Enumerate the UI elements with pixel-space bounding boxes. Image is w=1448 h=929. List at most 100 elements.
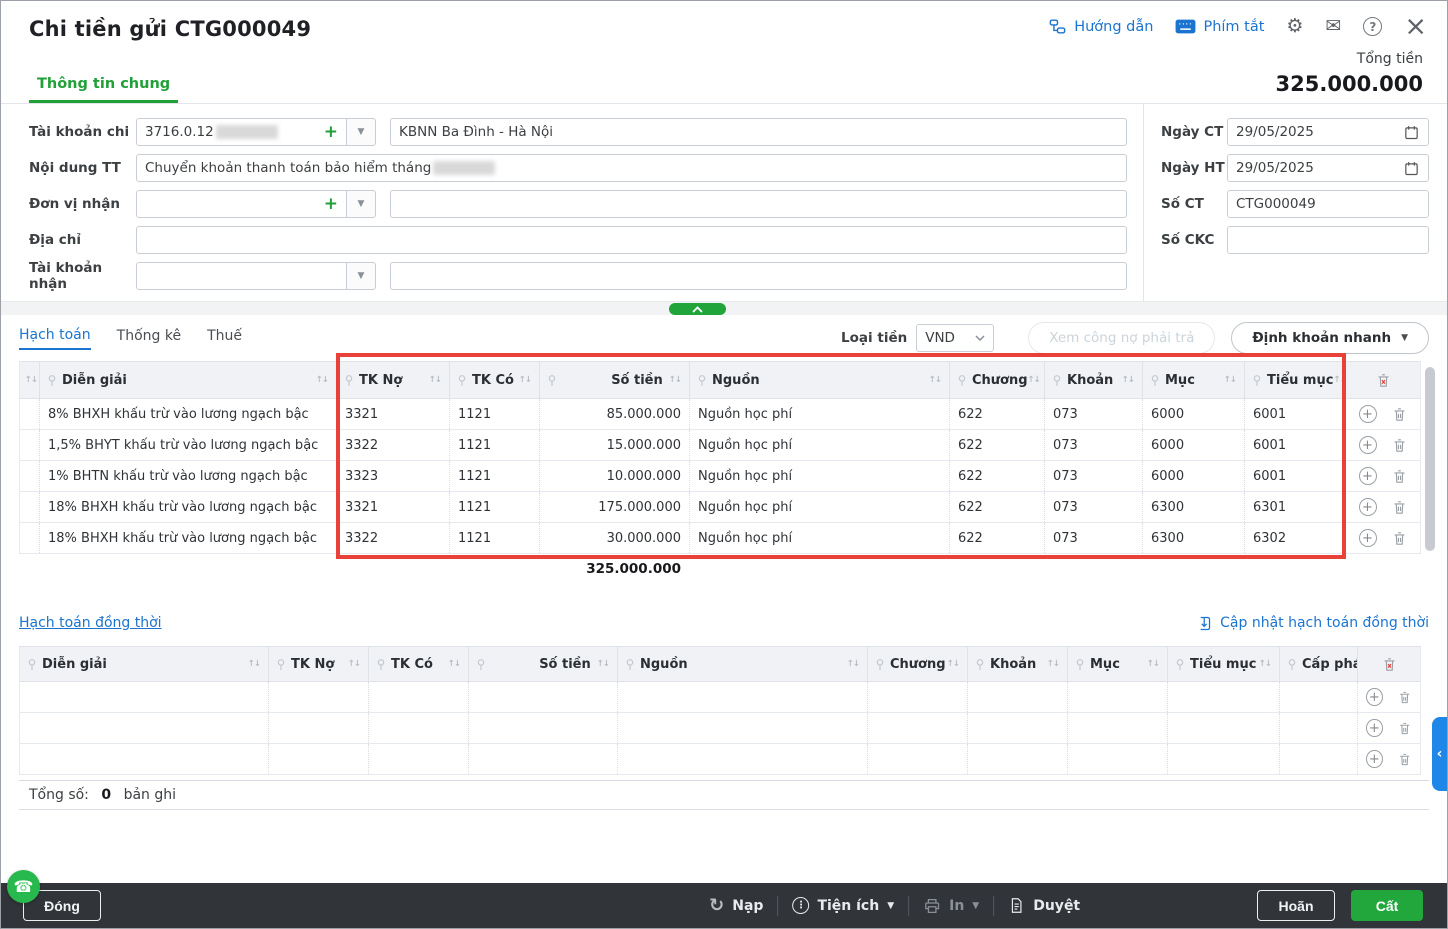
address-input[interactable] bbox=[136, 226, 1127, 254]
pin-icon[interactable] bbox=[548, 375, 556, 386]
delete-all-column[interactable] bbox=[1346, 362, 1420, 398]
tab-thue[interactable]: Thuế bbox=[207, 328, 242, 349]
pin-icon[interactable] bbox=[1253, 375, 1261, 386]
receiver-account-name-input[interactable] bbox=[390, 262, 1127, 290]
receiver-unit-name-input[interactable] bbox=[390, 190, 1127, 218]
shortcut-link[interactable]: Phím tắt bbox=[1175, 18, 1264, 35]
pin-icon[interactable] bbox=[458, 375, 466, 386]
col-khoan[interactable]: Khoản↑↓ bbox=[968, 647, 1068, 681]
col-chuong[interactable]: Chương↑↓ bbox=[950, 362, 1045, 398]
pin-icon[interactable] bbox=[876, 659, 884, 670]
table-row[interactable]: 1,5% BHYT khấu trừ vào lương ngạch bậc33… bbox=[20, 430, 1420, 461]
approve-button[interactable]: Duyệt bbox=[1008, 897, 1080, 914]
table-row[interactable]: 8% BHXH khấu trừ vào lương ngạch bậc3321… bbox=[20, 399, 1420, 430]
pin-icon[interactable] bbox=[345, 375, 353, 386]
account-pay-input[interactable]: 3716.0.12 + bbox=[136, 118, 347, 146]
reload-button[interactable]: ↻ Nạp bbox=[709, 895, 763, 916]
tab-hach-toan[interactable]: Hạch toán bbox=[19, 327, 91, 350]
col-tk-no[interactable]: TK Nợ↑↓ bbox=[269, 647, 369, 681]
support-phone-icon[interactable]: ☎ bbox=[7, 870, 40, 903]
doc-number-input[interactable]: CTG000049 bbox=[1227, 190, 1429, 218]
col-so-tien[interactable]: Số tiền↑↓ bbox=[469, 647, 618, 681]
pin-icon[interactable] bbox=[976, 659, 984, 670]
col-dien-giai[interactable]: Diễn giải↑↓ bbox=[20, 647, 269, 681]
delete-all-column[interactable] bbox=[1358, 647, 1420, 681]
add-row-icon[interactable]: + bbox=[1366, 719, 1383, 737]
delete-row-icon[interactable] bbox=[1391, 437, 1408, 454]
sort-column-header[interactable]: ↑↓ bbox=[20, 362, 40, 398]
col-dien-giai[interactable]: Diễn giải↑↓ bbox=[40, 362, 337, 398]
col-tieu-muc[interactable]: Tiểu mục↑↓ bbox=[1245, 362, 1346, 398]
pin-icon[interactable] bbox=[1288, 659, 1296, 670]
col-tk-co[interactable]: TK Có↑↓ bbox=[450, 362, 540, 398]
pin-icon[interactable] bbox=[626, 659, 634, 670]
doc-date-input[interactable]: 29/05/2025 bbox=[1227, 118, 1429, 146]
receiver-unit-input[interactable]: + bbox=[136, 190, 347, 218]
col-muc[interactable]: Mục↑↓ bbox=[1143, 362, 1245, 398]
trash-x-icon[interactable] bbox=[1375, 372, 1392, 389]
payment-content-input[interactable]: Chuyển khoản thanh toán bảo hiểm tháng bbox=[136, 154, 1127, 182]
posting-date-input[interactable]: 29/05/2025 bbox=[1227, 154, 1429, 182]
col-tieu-muc[interactable]: Tiểu mục↑↓ bbox=[1168, 647, 1280, 681]
pin-icon[interactable] bbox=[698, 375, 706, 386]
col-tk-no[interactable]: TK Nợ↑↓ bbox=[337, 362, 450, 398]
col-khoan[interactable]: Khoản↑↓ bbox=[1045, 362, 1143, 398]
pin-icon[interactable] bbox=[48, 375, 56, 386]
add-icon[interactable]: + bbox=[324, 194, 338, 214]
tab-thong-ke[interactable]: Thống kê bbox=[117, 328, 181, 349]
col-nguon[interactable]: Nguồn↑↓ bbox=[690, 362, 950, 398]
add-row-icon[interactable]: + bbox=[1359, 498, 1377, 516]
table-row[interactable]: 18% BHXH khấu trừ vào lương ngạch bậc332… bbox=[20, 523, 1420, 554]
guide-link[interactable]: Hướng dẫn bbox=[1048, 17, 1153, 36]
view-debt-button[interactable]: Xem công nợ phải trả bbox=[1028, 322, 1215, 354]
add-row-icon[interactable]: + bbox=[1366, 750, 1383, 768]
calendar-icon[interactable] bbox=[1403, 160, 1420, 177]
receiver-account-input[interactable] bbox=[136, 262, 347, 290]
settings-gear-icon[interactable]: ⚙ bbox=[1286, 17, 1303, 36]
add-row-icon[interactable]: + bbox=[1359, 405, 1377, 423]
delete-row-icon[interactable] bbox=[1391, 468, 1408, 485]
table-scrollbar[interactable] bbox=[1425, 367, 1435, 551]
empty-row[interactable]: + bbox=[20, 744, 1420, 775]
ckc-number-input[interactable] bbox=[1227, 226, 1429, 254]
delete-row-icon[interactable] bbox=[1391, 530, 1408, 547]
empty-row[interactable]: + bbox=[20, 713, 1420, 744]
col-tk-co[interactable]: TK Có↑↓ bbox=[369, 647, 469, 681]
col-chuong[interactable]: Chương↑↓ bbox=[868, 647, 968, 681]
pin-icon[interactable] bbox=[377, 659, 385, 670]
pin-icon[interactable] bbox=[958, 375, 966, 386]
pin-icon[interactable] bbox=[277, 659, 285, 670]
delete-row-icon[interactable] bbox=[1397, 689, 1412, 706]
delete-row-icon[interactable] bbox=[1391, 406, 1408, 423]
help-icon[interactable]: ? bbox=[1363, 17, 1382, 36]
add-icon[interactable]: + bbox=[324, 122, 338, 142]
simultaneous-accounting-link[interactable]: Hạch toán đồng thời bbox=[19, 615, 162, 631]
col-muc[interactable]: Mục↑↓ bbox=[1068, 647, 1168, 681]
col-nguon[interactable]: Nguồn↑↓ bbox=[618, 647, 868, 681]
print-button[interactable]: In ▼ bbox=[923, 897, 979, 915]
save-button[interactable]: Cất bbox=[1351, 890, 1423, 921]
add-row-icon[interactable]: + bbox=[1359, 467, 1377, 485]
delete-row-icon[interactable] bbox=[1397, 720, 1412, 737]
table-row[interactable]: 1% BHTN khấu trừ vào lương ngạch bậc3323… bbox=[20, 461, 1420, 492]
close-icon[interactable]: × bbox=[1404, 17, 1427, 36]
utilities-button[interactable]: ⋮ Tiện ích ▼ bbox=[792, 897, 894, 914]
postpone-button[interactable]: Hoãn bbox=[1257, 890, 1335, 921]
side-panel-toggle[interactable]: ‹ bbox=[1432, 717, 1447, 791]
pin-icon[interactable] bbox=[1076, 659, 1084, 670]
col-cap-phat[interactable]: Cấp phá bbox=[1280, 647, 1358, 681]
tab-thong-tin-chung[interactable]: Thông tin chung bbox=[29, 76, 178, 103]
trash-x-icon[interactable] bbox=[1381, 656, 1398, 673]
treasury-input[interactable]: KBNN Ba Đình - Hà Nội bbox=[390, 118, 1127, 146]
col-so-tien[interactable]: Số tiền↑↓ bbox=[540, 362, 690, 398]
pin-icon[interactable] bbox=[28, 659, 36, 670]
pin-icon[interactable] bbox=[1176, 659, 1184, 670]
receiver-unit-dropdown[interactable]: ▼ bbox=[346, 190, 376, 218]
add-row-icon[interactable]: + bbox=[1366, 688, 1383, 706]
add-row-icon[interactable]: + bbox=[1359, 436, 1377, 454]
pin-icon[interactable] bbox=[1053, 375, 1061, 386]
account-pay-dropdown[interactable]: ▼ bbox=[346, 118, 376, 146]
empty-row[interactable]: + bbox=[20, 682, 1420, 713]
table-row[interactable]: 18% BHXH khấu trừ vào lương ngạch bậc332… bbox=[20, 492, 1420, 523]
quick-entry-button[interactable]: Định khoản nhanh ▼ bbox=[1231, 322, 1429, 354]
